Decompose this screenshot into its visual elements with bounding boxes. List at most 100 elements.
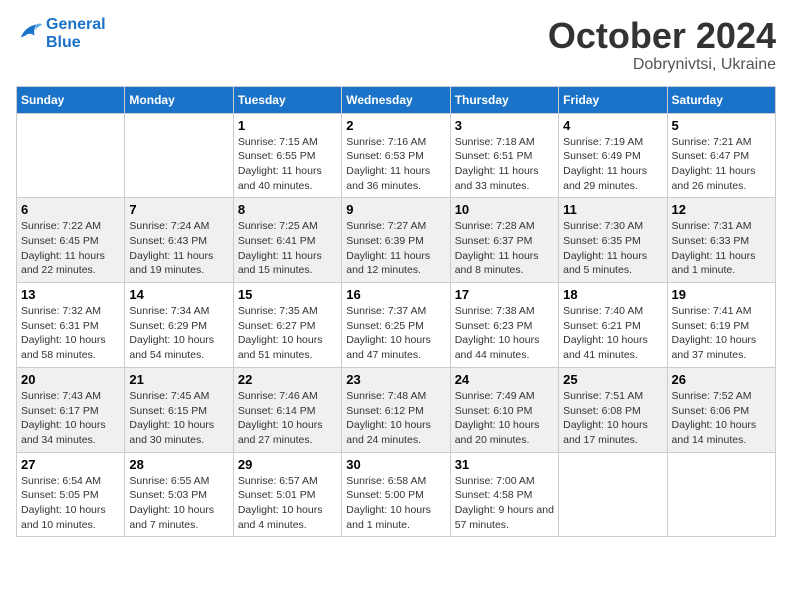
header: General Blue October 2024 Dobrynivtsi, U… bbox=[16, 16, 776, 74]
weekday-header: Monday bbox=[125, 86, 233, 113]
logo-general: General bbox=[46, 16, 106, 34]
calendar-day-cell: 4 Sunrise: 7:19 AMSunset: 6:49 PMDaylight… bbox=[559, 113, 667, 198]
calendar-day-cell: 11 Sunrise: 7:30 AMSunset: 6:35 PMDayligh… bbox=[559, 198, 667, 283]
day-info: Sunrise: 7:15 AMSunset: 6:55 PMDaylight:… bbox=[238, 135, 337, 194]
calendar-day-cell: 23 Sunrise: 7:48 AMSunset: 6:12 PMDayligh… bbox=[342, 367, 450, 452]
day-number: 19 bbox=[672, 287, 771, 302]
day-number: 12 bbox=[672, 202, 771, 217]
calendar-day-cell: 15Sunrise: 7:35 AMSunset: 6:27 PMDayligh… bbox=[233, 283, 341, 368]
day-info: Sunrise: 7:30 AMSunset: 6:35 PMDaylight:… bbox=[563, 219, 662, 278]
day-info: Sunrise: 7:34 AMSunset: 6:29 PMDaylight:… bbox=[129, 304, 228, 363]
calendar-day-cell: 5 Sunrise: 7:21 AMSunset: 6:47 PMDaylight… bbox=[667, 113, 775, 198]
weekday-header: Wednesday bbox=[342, 86, 450, 113]
calendar-day-cell: 31 Sunrise: 7:00 AMSunset: 4:58 PMDayligh… bbox=[450, 452, 558, 537]
day-number: 29 bbox=[238, 457, 337, 472]
day-info: Sunrise: 7:46 AMSunset: 6:14 PMDaylight:… bbox=[238, 389, 337, 448]
day-number: 13 bbox=[21, 287, 120, 302]
day-info: Sunrise: 7:40 AMSunset: 6:21 PMDaylight:… bbox=[563, 304, 662, 363]
calendar-day-cell: 10 Sunrise: 7:28 AMSunset: 6:37 PMDayligh… bbox=[450, 198, 558, 283]
calendar-day-cell bbox=[667, 452, 775, 537]
title-area: October 2024 Dobrynivtsi, Ukraine bbox=[548, 16, 776, 74]
day-info: Sunrise: 7:41 AMSunset: 6:19 PMDaylight:… bbox=[672, 304, 771, 363]
day-number: 4 bbox=[563, 118, 662, 133]
day-info: Sunrise: 7:21 AMSunset: 6:47 PMDaylight:… bbox=[672, 135, 771, 194]
day-number: 23 bbox=[346, 372, 445, 387]
day-info: Sunrise: 7:18 AMSunset: 6:51 PMDaylight:… bbox=[455, 135, 554, 194]
day-number: 31 bbox=[455, 457, 554, 472]
day-number: 24 bbox=[455, 372, 554, 387]
day-info: Sunrise: 7:27 AMSunset: 6:39 PMDaylight:… bbox=[346, 219, 445, 278]
calendar-day-cell: 30 Sunrise: 6:58 AMSunset: 5:00 PMDayligh… bbox=[342, 452, 450, 537]
calendar-day-cell bbox=[559, 452, 667, 537]
calendar-day-cell: 29 Sunrise: 6:57 AMSunset: 5:01 PMDayligh… bbox=[233, 452, 341, 537]
day-number: 17 bbox=[455, 287, 554, 302]
day-number: 11 bbox=[563, 202, 662, 217]
day-info: Sunrise: 6:58 AMSunset: 5:00 PMDaylight:… bbox=[346, 474, 445, 533]
calendar-day-cell: 12 Sunrise: 7:31 AMSunset: 6:33 PMDayligh… bbox=[667, 198, 775, 283]
day-info: Sunrise: 7:00 AMSunset: 4:58 PMDaylight:… bbox=[455, 474, 554, 533]
calendar-day-cell: 1 Sunrise: 7:15 AMSunset: 6:55 PMDaylight… bbox=[233, 113, 341, 198]
calendar-week-row: 20Sunrise: 7:43 AMSunset: 6:17 PMDayligh… bbox=[17, 367, 776, 452]
calendar-day-cell: 17 Sunrise: 7:38 AMSunset: 6:23 PMDayligh… bbox=[450, 283, 558, 368]
day-number: 10 bbox=[455, 202, 554, 217]
day-info: Sunrise: 7:51 AMSunset: 6:08 PMDaylight:… bbox=[563, 389, 662, 448]
logo-blue: Blue bbox=[46, 34, 106, 52]
calendar-day-cell: 24Sunrise: 7:49 AMSunset: 6:10 PMDayligh… bbox=[450, 367, 558, 452]
day-info: Sunrise: 6:57 AMSunset: 5:01 PMDaylight:… bbox=[238, 474, 337, 533]
calendar-day-cell: 21Sunrise: 7:45 AMSunset: 6:15 PMDayligh… bbox=[125, 367, 233, 452]
calendar-week-row: 1 Sunrise: 7:15 AMSunset: 6:55 PMDaylight… bbox=[17, 113, 776, 198]
calendar-day-cell bbox=[17, 113, 125, 198]
calendar-day-cell: 27Sunrise: 6:54 AMSunset: 5:05 PMDayligh… bbox=[17, 452, 125, 537]
day-info: Sunrise: 7:35 AMSunset: 6:27 PMDaylight:… bbox=[238, 304, 337, 363]
calendar-day-cell: 2Sunrise: 7:16 AMSunset: 6:53 PMDaylight… bbox=[342, 113, 450, 198]
logo-icon bbox=[16, 17, 44, 45]
day-info: Sunrise: 7:25 AMSunset: 6:41 PMDaylight:… bbox=[238, 219, 337, 278]
day-number: 20 bbox=[21, 372, 120, 387]
weekday-header-row: SundayMondayTuesdayWednesdayThursdayFrid… bbox=[17, 86, 776, 113]
day-number: 22 bbox=[238, 372, 337, 387]
day-number: 5 bbox=[672, 118, 771, 133]
day-number: 6 bbox=[21, 202, 120, 217]
calendar-day-cell bbox=[125, 113, 233, 198]
day-info: Sunrise: 7:32 AMSunset: 6:31 PMDaylight:… bbox=[21, 304, 120, 363]
day-info: Sunrise: 7:24 AMSunset: 6:43 PMDaylight:… bbox=[129, 219, 228, 278]
day-info: Sunrise: 7:28 AMSunset: 6:37 PMDaylight:… bbox=[455, 219, 554, 278]
calendar-day-cell: 26 Sunrise: 7:52 AMSunset: 6:06 PMDayligh… bbox=[667, 367, 775, 452]
day-info: Sunrise: 7:37 AMSunset: 6:25 PMDaylight:… bbox=[346, 304, 445, 363]
day-info: Sunrise: 7:31 AMSunset: 6:33 PMDaylight:… bbox=[672, 219, 771, 278]
calendar-day-cell: 7Sunrise: 7:24 AMSunset: 6:43 PMDaylight… bbox=[125, 198, 233, 283]
calendar-day-cell: 14 Sunrise: 7:34 AMSunset: 6:29 PMDayligh… bbox=[125, 283, 233, 368]
calendar-day-cell: 20Sunrise: 7:43 AMSunset: 6:17 PMDayligh… bbox=[17, 367, 125, 452]
month-title: October 2024 bbox=[548, 16, 776, 56]
day-number: 14 bbox=[129, 287, 228, 302]
calendar-day-cell: 25 Sunrise: 7:51 AMSunset: 6:08 PMDayligh… bbox=[559, 367, 667, 452]
day-info: Sunrise: 7:19 AMSunset: 6:49 PMDaylight:… bbox=[563, 135, 662, 194]
day-number: 25 bbox=[563, 372, 662, 387]
day-info: Sunrise: 7:16 AMSunset: 6:53 PMDaylight:… bbox=[346, 135, 445, 194]
calendar-week-row: 13 Sunrise: 7:32 AMSunset: 6:31 PMDayligh… bbox=[17, 283, 776, 368]
calendar: SundayMondayTuesdayWednesdayThursdayFrid… bbox=[16, 86, 776, 538]
calendar-day-cell: 18Sunrise: 7:40 AMSunset: 6:21 PMDayligh… bbox=[559, 283, 667, 368]
day-number: 26 bbox=[672, 372, 771, 387]
day-number: 21 bbox=[129, 372, 228, 387]
calendar-day-cell: 3 Sunrise: 7:18 AMSunset: 6:51 PMDaylight… bbox=[450, 113, 558, 198]
logo: General Blue bbox=[16, 16, 106, 51]
calendar-day-cell: 22 Sunrise: 7:46 AMSunset: 6:14 PMDayligh… bbox=[233, 367, 341, 452]
day-number: 16 bbox=[346, 287, 445, 302]
calendar-day-cell: 6 Sunrise: 7:22 AMSunset: 6:45 PMDaylight… bbox=[17, 198, 125, 283]
day-info: Sunrise: 7:52 AMSunset: 6:06 PMDaylight:… bbox=[672, 389, 771, 448]
day-number: 1 bbox=[238, 118, 337, 133]
calendar-day-cell: 16 Sunrise: 7:37 AMSunset: 6:25 PMDayligh… bbox=[342, 283, 450, 368]
calendar-day-cell: 9Sunrise: 7:27 AMSunset: 6:39 PMDaylight… bbox=[342, 198, 450, 283]
day-number: 27 bbox=[21, 457, 120, 472]
calendar-day-cell: 19 Sunrise: 7:41 AMSunset: 6:19 PMDayligh… bbox=[667, 283, 775, 368]
day-info: Sunrise: 7:48 AMSunset: 6:12 PMDaylight:… bbox=[346, 389, 445, 448]
calendar-day-cell: 8Sunrise: 7:25 AMSunset: 6:41 PMDaylight… bbox=[233, 198, 341, 283]
day-info: Sunrise: 7:22 AMSunset: 6:45 PMDaylight:… bbox=[21, 219, 120, 278]
weekday-header: Sunday bbox=[17, 86, 125, 113]
calendar-week-row: 6 Sunrise: 7:22 AMSunset: 6:45 PMDaylight… bbox=[17, 198, 776, 283]
day-info: Sunrise: 7:38 AMSunset: 6:23 PMDaylight:… bbox=[455, 304, 554, 363]
day-info: Sunrise: 6:55 AMSunset: 5:03 PMDaylight:… bbox=[129, 474, 228, 533]
day-number: 30 bbox=[346, 457, 445, 472]
day-number: 3 bbox=[455, 118, 554, 133]
